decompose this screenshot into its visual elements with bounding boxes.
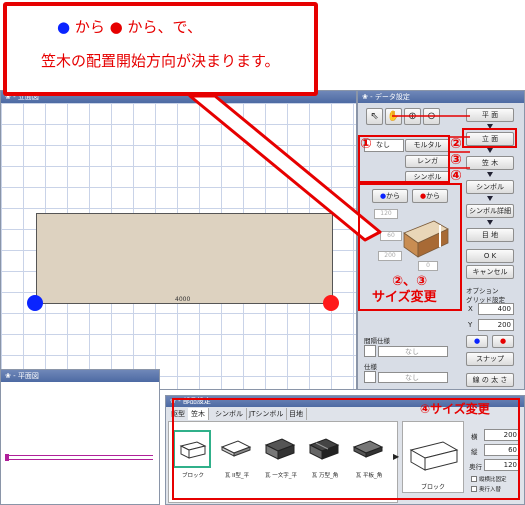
annotation-number-2: ② [450,136,462,152]
callout-line-1: ● から ● から、で、 [57,16,202,37]
callout-text-b: から、で、 [127,18,202,36]
callout-line-2: 笠木の配置開始方向が決まります。 [41,52,280,70]
annotation-number-3: ③ [450,152,462,168]
red-dot-icon: ● [109,18,123,36]
size-change-label-bottom: ④サイズ変更 [420,402,490,416]
highlight-elevation-button [462,128,517,148]
callout-text-a: から [74,18,105,36]
annotation-number-4: ④ [450,168,462,184]
size-change-label-line2: サイズ変更 [372,290,437,305]
annotation-number-1: ① [360,136,372,152]
callout-box: ● から ● から、で、 笠木の配置開始方向が決まります。 [3,2,318,96]
blue-dot-icon: ● [57,18,71,36]
